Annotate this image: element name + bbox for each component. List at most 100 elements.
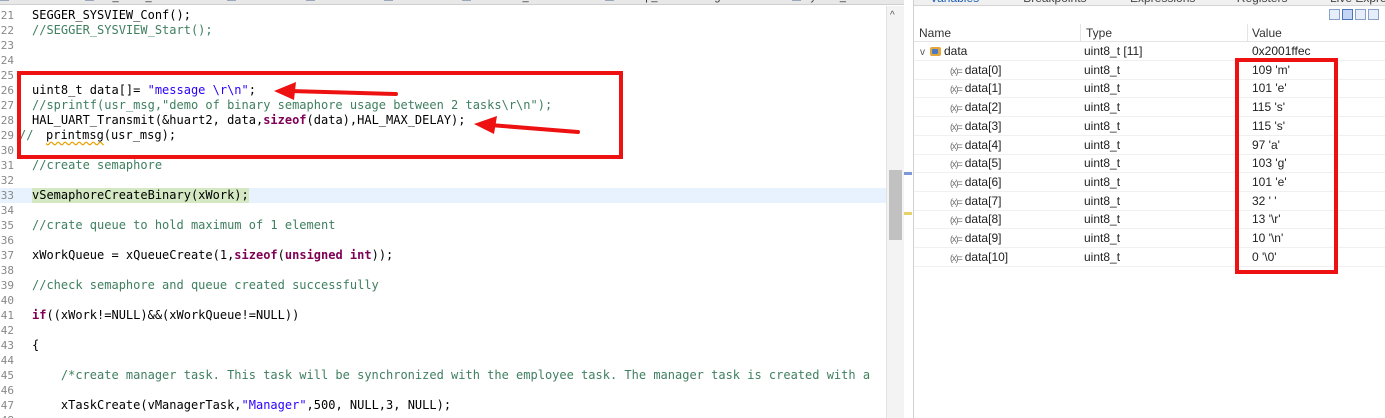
editor-tab[interactable]: system_stm32f4xx.c: [792, 0, 904, 4]
code-line[interactable]: 24: [0, 53, 886, 68]
code-line[interactable]: 42: [0, 323, 886, 338]
variable-value[interactable]: 0x2001ffec: [1252, 42, 1311, 61]
column-header-name[interactable]: Name: [919, 26, 951, 40]
editor-tab[interactable]: bin_sema_tasks.c: [84, 0, 186, 4]
variable-value[interactable]: 97 'a': [1252, 136, 1280, 155]
editor-tab[interactable]: startup_stm32f407vgtx.s: [604, 0, 738, 4]
column-header-type[interactable]: Type: [1086, 26, 1112, 40]
debug-tab-registers[interactable]: Registers: [1237, 0, 1288, 5]
code-line[interactable]: 26 uint8_t data[]= "message \r\n";: [0, 83, 886, 98]
variable-row[interactable]: (x)= data[1] uint8_t 101 'e': [914, 79, 1385, 99]
variable-name-cell: (x)= data[2]: [950, 98, 1001, 118]
column-header-value[interactable]: Value: [1252, 26, 1282, 40]
code-line[interactable]: 27 //sprintf(usr_msg,"demo of binary sema…: [0, 98, 886, 113]
line-number: 24: [0, 54, 14, 67]
code-line[interactable]: 38: [0, 263, 886, 278]
line-number: 34: [0, 204, 14, 217]
variable-value[interactable]: 103 'g': [1252, 154, 1287, 173]
variable-value[interactable]: 32 ' ': [1252, 192, 1277, 211]
code-line[interactable]: 32: [0, 173, 886, 188]
overview-ruler-mark[interactable]: [904, 172, 912, 175]
code-line[interactable]: 23: [0, 38, 886, 53]
code-line[interactable]: 40: [0, 293, 886, 308]
code-area[interactable]: 21 SEGGER_SYSVIEW_Conf(); 22 //SEGGER_SYSVI…: [0, 6, 886, 418]
variable-row[interactable]: (x)= data[2] uint8_t 115 's': [914, 98, 1385, 118]
code-line[interactable]: 47 xTaskCreate(vManagerTask,"Manager",50…: [0, 398, 886, 413]
variable-row[interactable]: (x)= data[8] uint8_t 13 '\r': [914, 210, 1385, 230]
line-number: 37: [0, 249, 14, 262]
code-line[interactable]: 25: [0, 68, 886, 83]
variable-row-data[interactable]: v data uint8_t [11] 0x2001ffec: [914, 42, 1385, 61]
code-text: //crate queue to hold maximum of 1 eleme…: [32, 218, 336, 232]
code-line[interactable]: 28 HAL_UART_Transmit(&huart2, data,sizeof…: [0, 113, 886, 128]
debug-tab-expressions[interactable]: Expressions: [1130, 0, 1195, 5]
variable-value[interactable]: 0 '\0': [1252, 248, 1277, 267]
variable-type: uint8_t: [1084, 81, 1121, 96]
variable-row[interactable]: (x)= data[3] uint8_t 115 's': [914, 117, 1385, 136]
variables-view: Variables Breakpoints Expressions Registers…: [914, 0, 1385, 418]
code-line[interactable]: 45 /*create manager task. This task will…: [0, 368, 886, 383]
code-line[interactable]: 22 //SEGGER_SYSVIEW_Start();: [0, 23, 886, 38]
variable-row[interactable]: (x)= data[10] uint8_t 0 '\0': [914, 248, 1385, 267]
view-menu-icon[interactable]: [1368, 9, 1379, 20]
scrollbar-thumb[interactable]: [889, 170, 902, 240]
line-number: 25: [0, 69, 14, 82]
variable-name-cell: (x)= data[3]: [950, 117, 1001, 137]
code-line[interactable]: 29 // printmsg(usr_msg);: [0, 128, 886, 143]
variable-icon: (x)=: [950, 121, 963, 132]
overview-ruler[interactable]: [904, 0, 914, 418]
variable-row[interactable]: (x)= data[7] uint8_t 32 ' ': [914, 192, 1385, 211]
variable-icon: (x)=: [950, 234, 963, 244]
overview-ruler-mark[interactable]: [904, 212, 912, 215]
code-line[interactable]: 44: [0, 353, 886, 368]
variable-value[interactable]: 13 '\r': [1252, 210, 1281, 229]
show-logical-structure-icon[interactable]: [1342, 9, 1353, 20]
code-line[interactable]: 37 xWorkQueue = xQueueCreate(1,sizeof(uns…: [0, 248, 886, 263]
variable-row[interactable]: (x)= data[4] uint8_t 97 'a': [914, 136, 1385, 155]
code-line[interactable]: 35 //crate queue to hold maximum of 1 ele…: [0, 218, 886, 233]
line-number: 35: [0, 219, 14, 232]
code-line[interactable]: 43 {: [0, 338, 886, 353]
variable-row[interactable]: (x)= data[6] uint8_t 101 'e': [914, 173, 1385, 192]
debug-tab-live-expressions[interactable]: Live Expressions: [1330, 0, 1385, 5]
line-number: 41: [0, 309, 14, 322]
code-line[interactable]: 36: [0, 233, 886, 248]
variable-icon: (x)=: [950, 196, 963, 207]
variable-type: uint8_t: [1084, 137, 1121, 152]
variable-row[interactable]: (x)= data[5] uint8_t 103 'g': [914, 154, 1385, 174]
variable-row[interactable]: (x)= data[9] uint8_t 10 '\n': [914, 229, 1385, 248]
editor-tab[interactable]: main.c: [305, 0, 351, 4]
show-type-names-icon[interactable]: [1329, 9, 1340, 20]
code-line[interactable]: 39 //check semaphore and queue created su…: [0, 278, 886, 293]
code-line[interactable]: 41 if((xWork!=NULL)&&(xWorkQueue!=NULL)): [0, 308, 886, 323]
scroll-up-icon[interactable]: ^: [890, 10, 895, 21]
code-line[interactable]: 31 //create semaphore: [0, 158, 886, 173]
variable-value[interactable]: 101 'e': [1252, 173, 1287, 192]
code-line[interactable]: 34: [0, 203, 886, 218]
debug-tab-variables[interactable]: Variables: [930, 0, 979, 5]
variable-value[interactable]: 109 'm': [1252, 61, 1290, 80]
code-line[interactable]: 46: [0, 383, 886, 398]
editor-tab[interactable]: lasks.c: [0, 0, 47, 4]
variable-value[interactable]: 101 'e': [1252, 79, 1287, 98]
variable-name: data[4]: [964, 137, 1002, 152]
debug-tab-breakpoints[interactable]: Breakpoints: [1023, 0, 1086, 5]
variable-value[interactable]: 115 's': [1252, 117, 1285, 136]
code-text: {: [32, 338, 40, 352]
code-line[interactable]: 21 SEGGER_SYSVIEW_Conf();: [0, 8, 886, 23]
variable-row[interactable]: (x)= data[0] uint8_t 109 'm': [914, 61, 1385, 80]
code-line[interactable]: 48: [0, 413, 886, 418]
variable-value[interactable]: 115 's': [1252, 98, 1285, 117]
line-number: 40: [0, 294, 14, 307]
editor-tab[interactable]: SEGGER_SYSVIEW.c: [462, 0, 587, 4]
code-line[interactable]: 33 vSemaphoreCreateBinary(xWork);: [0, 188, 886, 203]
variable-name: data: [944, 44, 968, 58]
code-line[interactable]: 30: [0, 143, 886, 158]
variable-value[interactable]: 10 '\n': [1252, 229, 1283, 248]
expand-chevron-icon[interactable]: v: [920, 43, 930, 62]
editor-vertical-scrollbar[interactable]: ^: [886, 6, 904, 418]
collapse-all-icon[interactable]: [1355, 9, 1366, 20]
code-editor[interactable]: lasks.c bin_sema_tasks.c main.h main.c list.…: [0, 0, 904, 418]
editor-tab[interactable]: list.h: [384, 0, 420, 4]
editor-tab[interactable]: main.h: [227, 0, 273, 4]
